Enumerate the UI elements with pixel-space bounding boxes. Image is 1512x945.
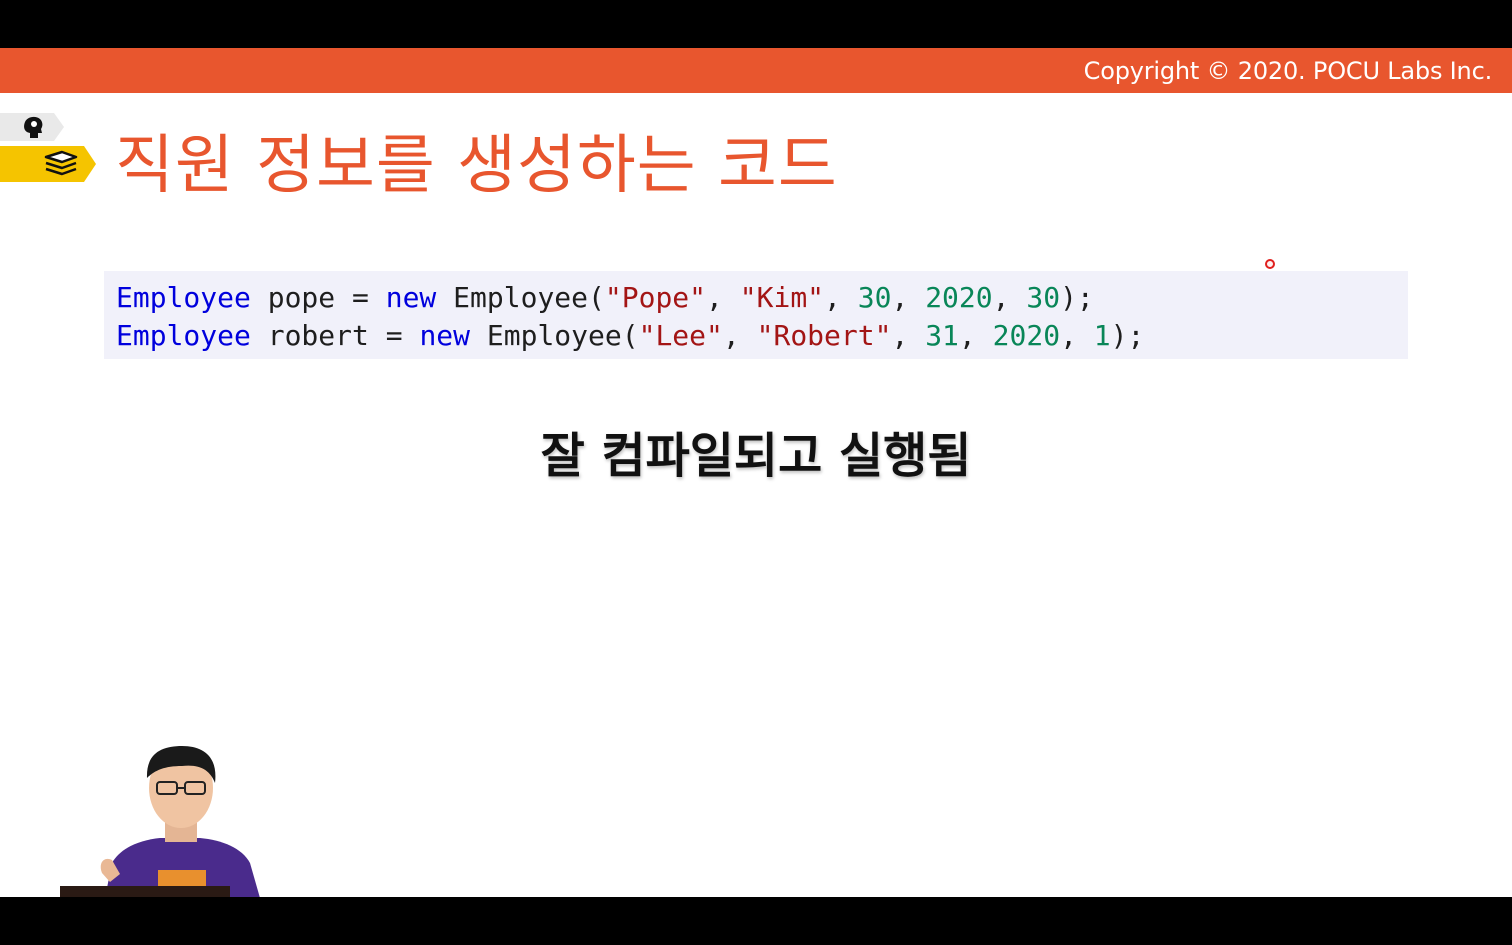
code-token: new <box>419 319 471 352</box>
brain-head-icon <box>0 113 64 141</box>
video-frame: Copyright © 2020. POCU Labs Inc. 직원 정보를 … <box>0 0 1512 945</box>
presenter-video-icon <box>60 698 300 897</box>
code-token: , <box>992 281 1027 314</box>
code-token: , <box>891 319 926 352</box>
code-token: robert = <box>250 319 420 352</box>
code-token: Employee <box>116 281 251 314</box>
code-token: , <box>706 281 740 314</box>
code-token: 2020 <box>992 319 1061 352</box>
code-token: , <box>1060 319 1094 352</box>
code-token: "Robert" <box>756 319 892 352</box>
code-token: pope = <box>250 281 386 314</box>
code-token: , <box>958 319 993 352</box>
code-token: ); <box>1110 319 1145 352</box>
code-token: "Pope" <box>604 281 707 314</box>
code-token: new <box>385 281 437 314</box>
code-token: 31 <box>925 319 959 352</box>
code-block: Employee pope = new Employee("Pope", "Ki… <box>104 271 1408 359</box>
result-message: 잘 컴파일되고 실행됨 <box>540 428 972 484</box>
slide-title: 직원 정보를 생성하는 코드 <box>115 129 838 203</box>
code-line: Employee robert = new Employee("Lee", "R… <box>116 317 1408 355</box>
code-token: , <box>824 281 858 314</box>
code-token: Employee( <box>470 319 639 352</box>
code-token: , <box>722 319 757 352</box>
book-stack-icon <box>0 146 96 182</box>
copyright-text: Copyright © 2020. POCU Labs Inc. <box>1083 57 1493 85</box>
code-token: ); <box>1060 281 1094 314</box>
code-line: Employee pope = new Employee("Pope", "Ki… <box>116 279 1408 317</box>
code-token: , <box>891 281 926 314</box>
code-token: Employee <box>116 319 251 352</box>
code-token: 1 <box>1093 319 1111 352</box>
code-token: "Lee" <box>638 319 723 352</box>
code-token: 30 <box>1026 281 1061 314</box>
code-token: 2020 <box>925 281 993 314</box>
code-token: "Kim" <box>739 281 825 314</box>
laser-pointer-icon <box>1265 259 1275 269</box>
header-bar: Copyright © 2020. POCU Labs Inc. <box>0 48 1512 93</box>
code-token: 30 <box>857 281 892 314</box>
slide: Copyright © 2020. POCU Labs Inc. 직원 정보를 … <box>0 48 1512 897</box>
code-token: Employee( <box>436 281 605 314</box>
